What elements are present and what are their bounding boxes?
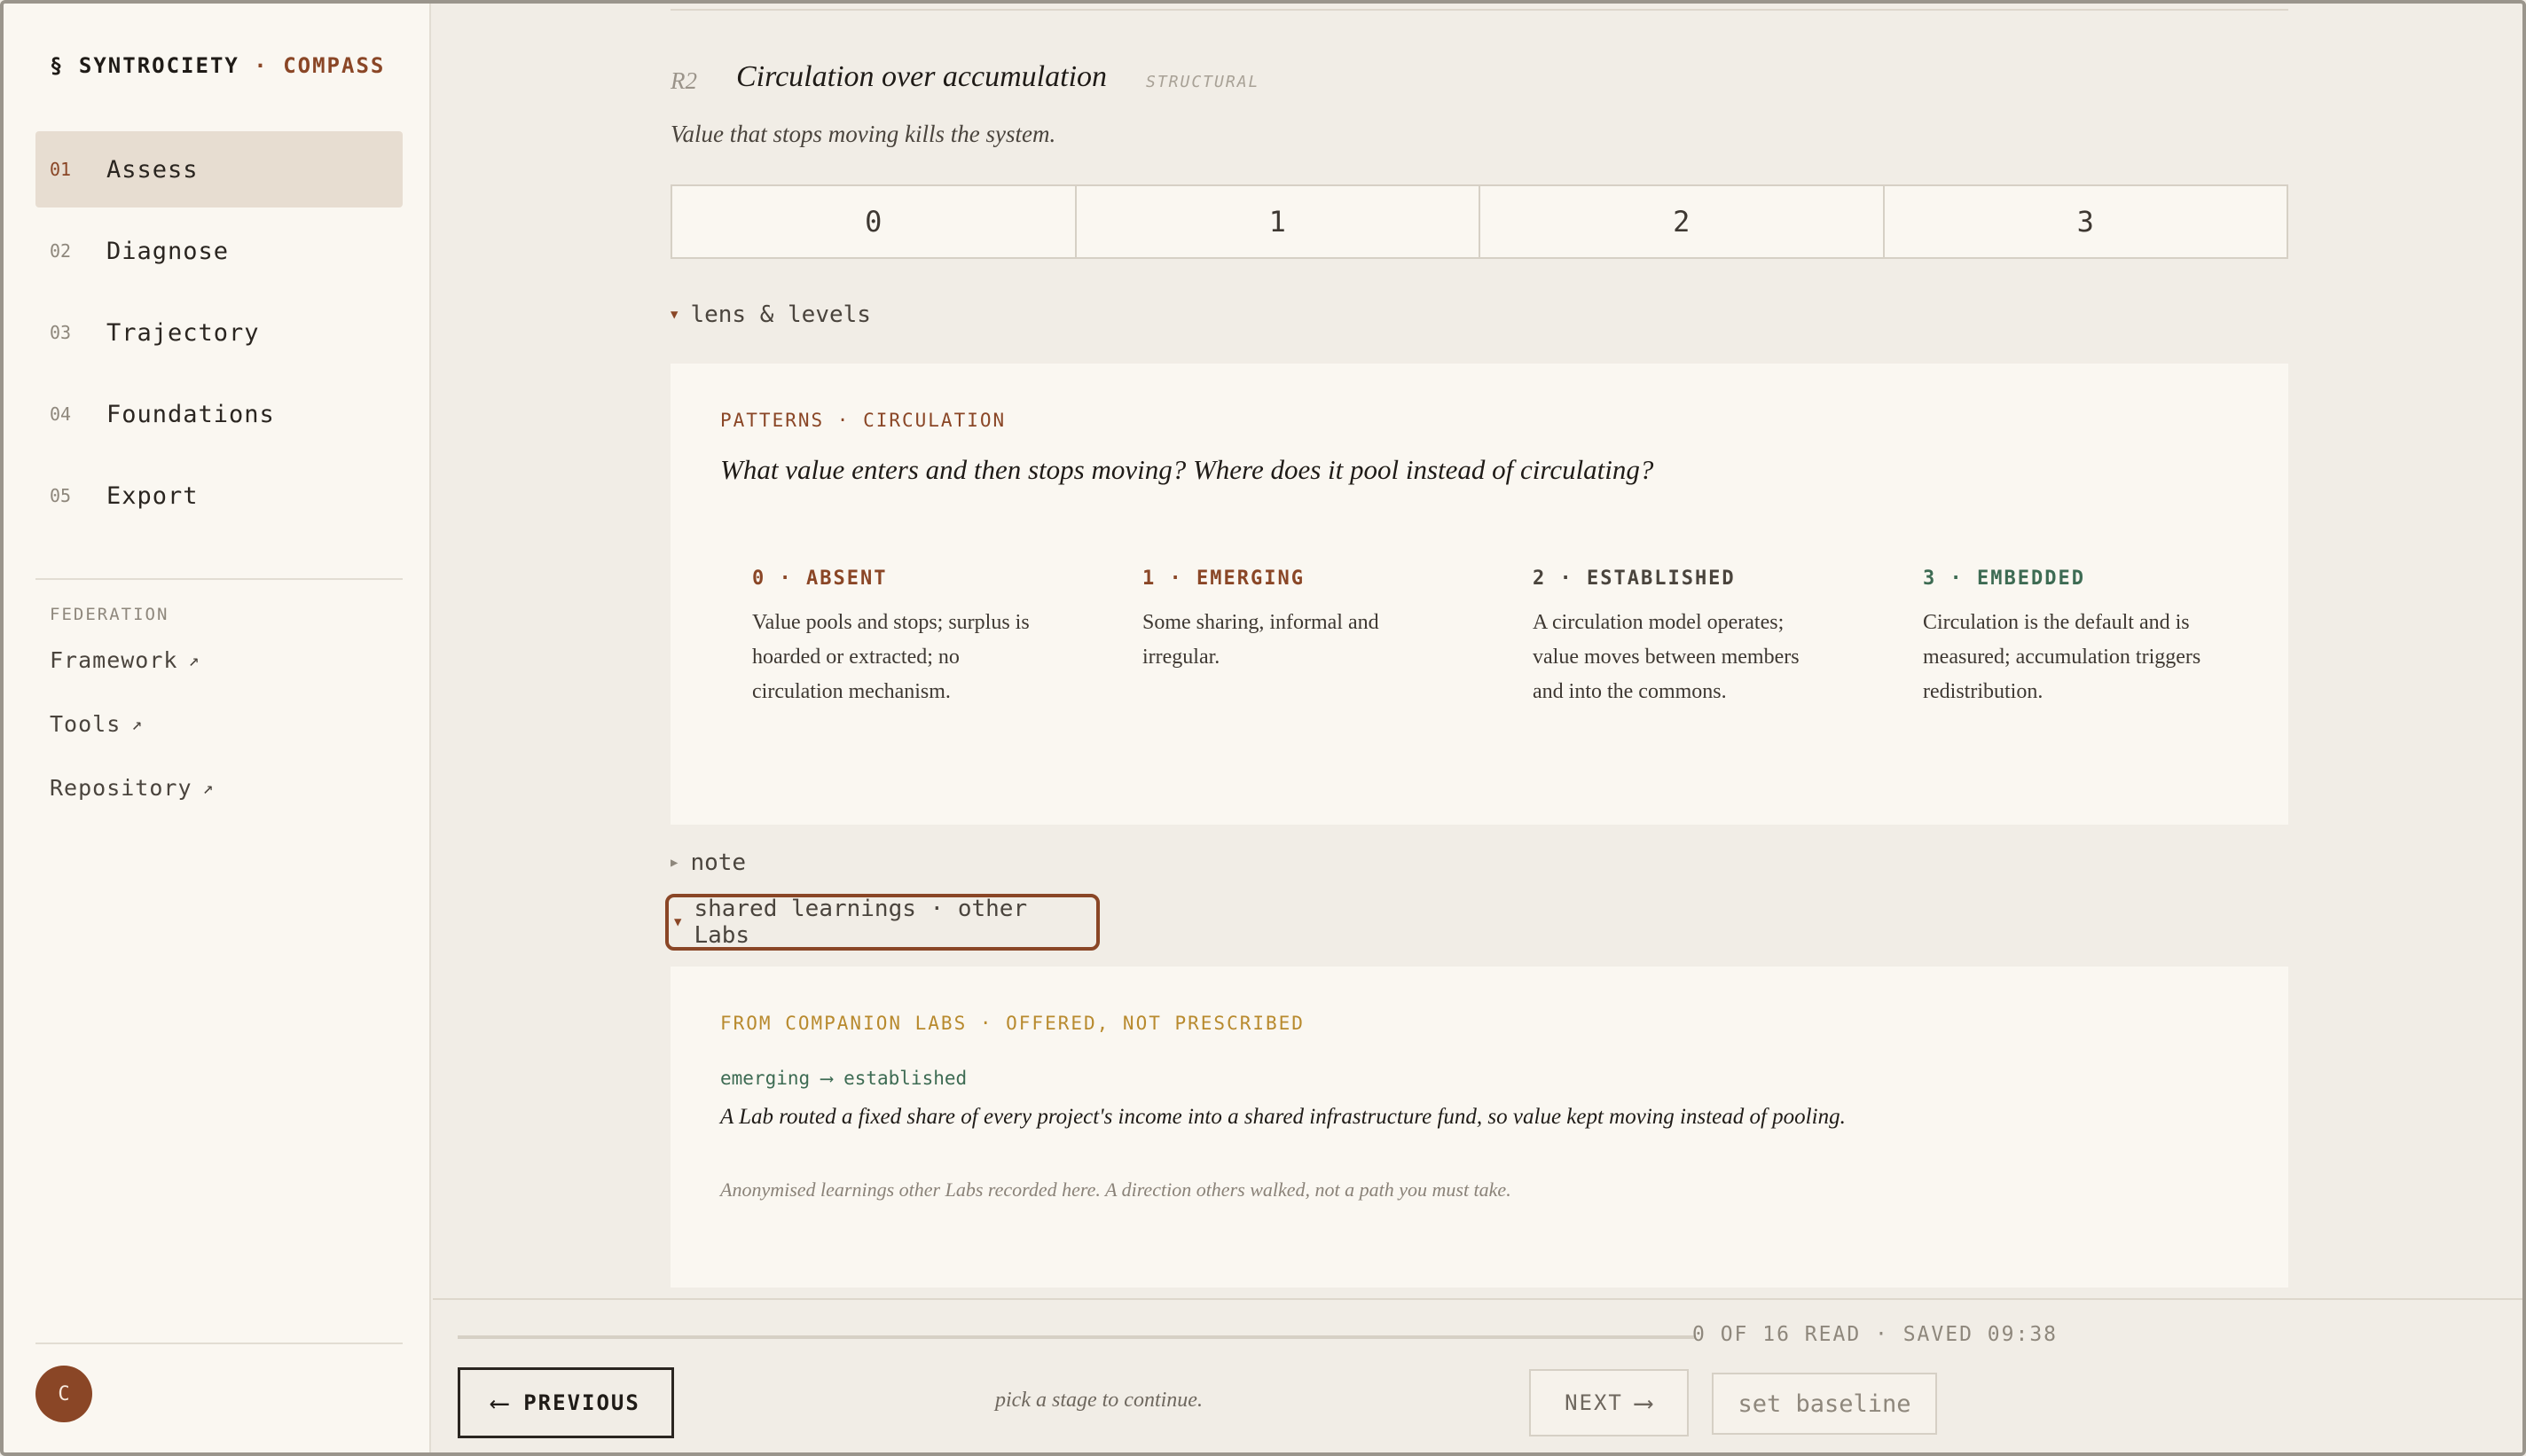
toggle-label: shared learnings · other Labs xyxy=(694,896,1028,949)
brand-dot: · xyxy=(239,53,284,78)
level-heading: 2 · ESTABLISHED xyxy=(1533,568,1736,590)
repository-link[interactable]: Repository ↗ xyxy=(50,755,215,819)
nav-item-trajectory[interactable]: 03 Trajectory xyxy=(35,294,403,371)
progress-bar xyxy=(458,1335,1696,1339)
level-description: Value pools and stops; surplus is hoarde… xyxy=(752,611,1030,703)
lens-kicker: PATTERNS · CIRCULATION xyxy=(720,410,1007,431)
set-baseline-button[interactable]: set baseline xyxy=(1712,1373,1937,1435)
lens-levels-toggle[interactable]: ▼ lens & levels xyxy=(671,301,871,328)
link-label: Tools xyxy=(50,710,122,737)
avatar[interactable]: C xyxy=(35,1366,92,1422)
score-selector: 0 1 2 3 xyxy=(671,184,2288,259)
caret-right-icon: ▶ xyxy=(671,856,679,870)
lens-question: What value enters and then stops moving?… xyxy=(720,454,1654,485)
nav-item-label: Foundations xyxy=(106,400,275,428)
main-content: R2 Circulation over accumulation STRUCTU… xyxy=(433,4,2522,1298)
toggle-label: note xyxy=(690,849,747,876)
score-option-3[interactable]: 3 xyxy=(1885,186,2287,257)
level-description: Some sharing, informal and irregular. xyxy=(1142,611,1379,669)
app-window: § SYNTROCIETY · COMPASS 01 Assess 02 Dia… xyxy=(0,0,2526,1456)
external-link-icon: ↗ xyxy=(188,649,200,670)
level-card: 3 · EMBEDDED Circulation is the default … xyxy=(1923,568,2313,709)
shared-learnings-panel: FROM COMPANION LABS · OFFERED, NOT PRESC… xyxy=(671,967,2288,1288)
level-description: Circulation is the default and is measur… xyxy=(1923,611,2201,703)
federation-title: FEDERATION xyxy=(50,605,169,624)
nav-item-number: 02 xyxy=(50,240,72,262)
brand-logo: § SYNTROCIETY · COMPASS xyxy=(50,53,385,78)
sidebar-divider xyxy=(35,1342,403,1344)
arrow-right-icon: ⟶ xyxy=(1635,1387,1653,1419)
criterion-title: Circulation over accumulation xyxy=(736,60,1108,93)
caret-down-icon: ▼ xyxy=(671,308,679,322)
criterion-code: R2 xyxy=(671,67,697,94)
learning-quote: A Lab routed a fixed share of every proj… xyxy=(720,1105,1846,1129)
arrow-left-icon: ⟵ xyxy=(491,1387,510,1419)
level-heading: 3 · EMBEDDED xyxy=(1923,568,2085,590)
nav-item-export[interactable]: 05 Export xyxy=(35,458,403,534)
section-divider xyxy=(671,9,2288,11)
external-link-icon: ↗ xyxy=(202,777,215,798)
footer-bar: 0 OF 16 READ · SAVED 09:38 ⟵ PREVIOUS pi… xyxy=(433,1298,2522,1452)
score-option-0[interactable]: 0 xyxy=(672,186,1077,257)
level-heading: 1 · EMERGING xyxy=(1142,568,1305,590)
levels-list: 0 · ABSENT Value pools and stops; surplu… xyxy=(752,568,2313,709)
shared-kicker: FROM COMPANION LABS · OFFERED, NOT PRESC… xyxy=(720,1013,1305,1034)
sidebar: § SYNTROCIETY · COMPASS 01 Assess 02 Dia… xyxy=(4,4,431,1452)
federation-links: Framework ↗ Tools ↗ Repository ↗ xyxy=(50,644,215,835)
nav-item-number: 01 xyxy=(50,159,72,180)
shared-learnings-toggle[interactable]: ▼ shared learnings · other Labs xyxy=(665,894,1100,951)
sidebar-divider xyxy=(35,578,403,580)
nav-item-assess[interactable]: 01 Assess xyxy=(35,131,403,207)
framework-link[interactable]: Framework ↗ xyxy=(50,628,215,692)
nav-item-label: Diagnose xyxy=(106,237,230,265)
nav-item-label: Export xyxy=(106,481,199,510)
tools-link[interactable]: Tools ↗ xyxy=(50,692,215,755)
main-nav: 01 Assess 02 Diagnose 03 Trajectory 04 F… xyxy=(35,131,403,539)
next-button[interactable]: NEXT ⟶ xyxy=(1529,1369,1689,1436)
button-label: NEXT xyxy=(1565,1390,1623,1415)
nav-item-number: 05 xyxy=(50,485,72,506)
brand-accent: COMPASS xyxy=(283,53,386,78)
level-card: 1 · EMERGING Some sharing, informal and … xyxy=(1142,568,1533,709)
brand-prefix: § SYNTROCIETY xyxy=(50,53,239,78)
link-label: Framework xyxy=(50,646,178,673)
caret-down-icon: ▼ xyxy=(674,915,682,929)
nav-item-diagnose[interactable]: 02 Diagnose xyxy=(35,213,403,289)
link-label: Repository xyxy=(50,774,192,801)
previous-button[interactable]: ⟵ PREVIOUS xyxy=(458,1367,674,1438)
nav-item-number: 04 xyxy=(50,403,72,425)
criterion-subtitle: Value that stops moving kills the system… xyxy=(671,121,1056,147)
shared-footnote: Anonymised learnings other Labs recorded… xyxy=(720,1178,1511,1201)
nav-item-label: Assess xyxy=(106,155,199,184)
hint-text: pick a stage to continue. xyxy=(995,1389,1203,1412)
progress-status: 0 OF 16 READ · SAVED 09:38 xyxy=(1692,1323,2059,1346)
score-option-2[interactable]: 2 xyxy=(1480,186,1885,257)
score-option-1[interactable]: 1 xyxy=(1077,186,1480,257)
button-label: PREVIOUS xyxy=(523,1390,640,1415)
note-toggle[interactable]: ▶ note xyxy=(671,849,746,876)
level-heading: 0 · ABSENT xyxy=(752,568,888,590)
level-card: 2 · ESTABLISHED A circulation model oper… xyxy=(1533,568,1923,709)
toggle-label: lens & levels xyxy=(690,301,871,328)
nav-item-number: 03 xyxy=(50,322,72,343)
level-description: A circulation model operates; value move… xyxy=(1533,611,1800,703)
nav-item-foundations[interactable]: 04 Foundations xyxy=(35,376,403,452)
criterion-tag: STRUCTURAL xyxy=(1146,73,1260,91)
level-card: 0 · ABSENT Value pools and stops; surplu… xyxy=(752,568,1142,709)
stage-transition: emerging ⟶ established xyxy=(720,1068,968,1089)
external-link-icon: ↗ xyxy=(131,713,144,734)
nav-item-label: Trajectory xyxy=(106,318,260,347)
lens-panel: PATTERNS · CIRCULATION What value enters… xyxy=(671,364,2288,825)
